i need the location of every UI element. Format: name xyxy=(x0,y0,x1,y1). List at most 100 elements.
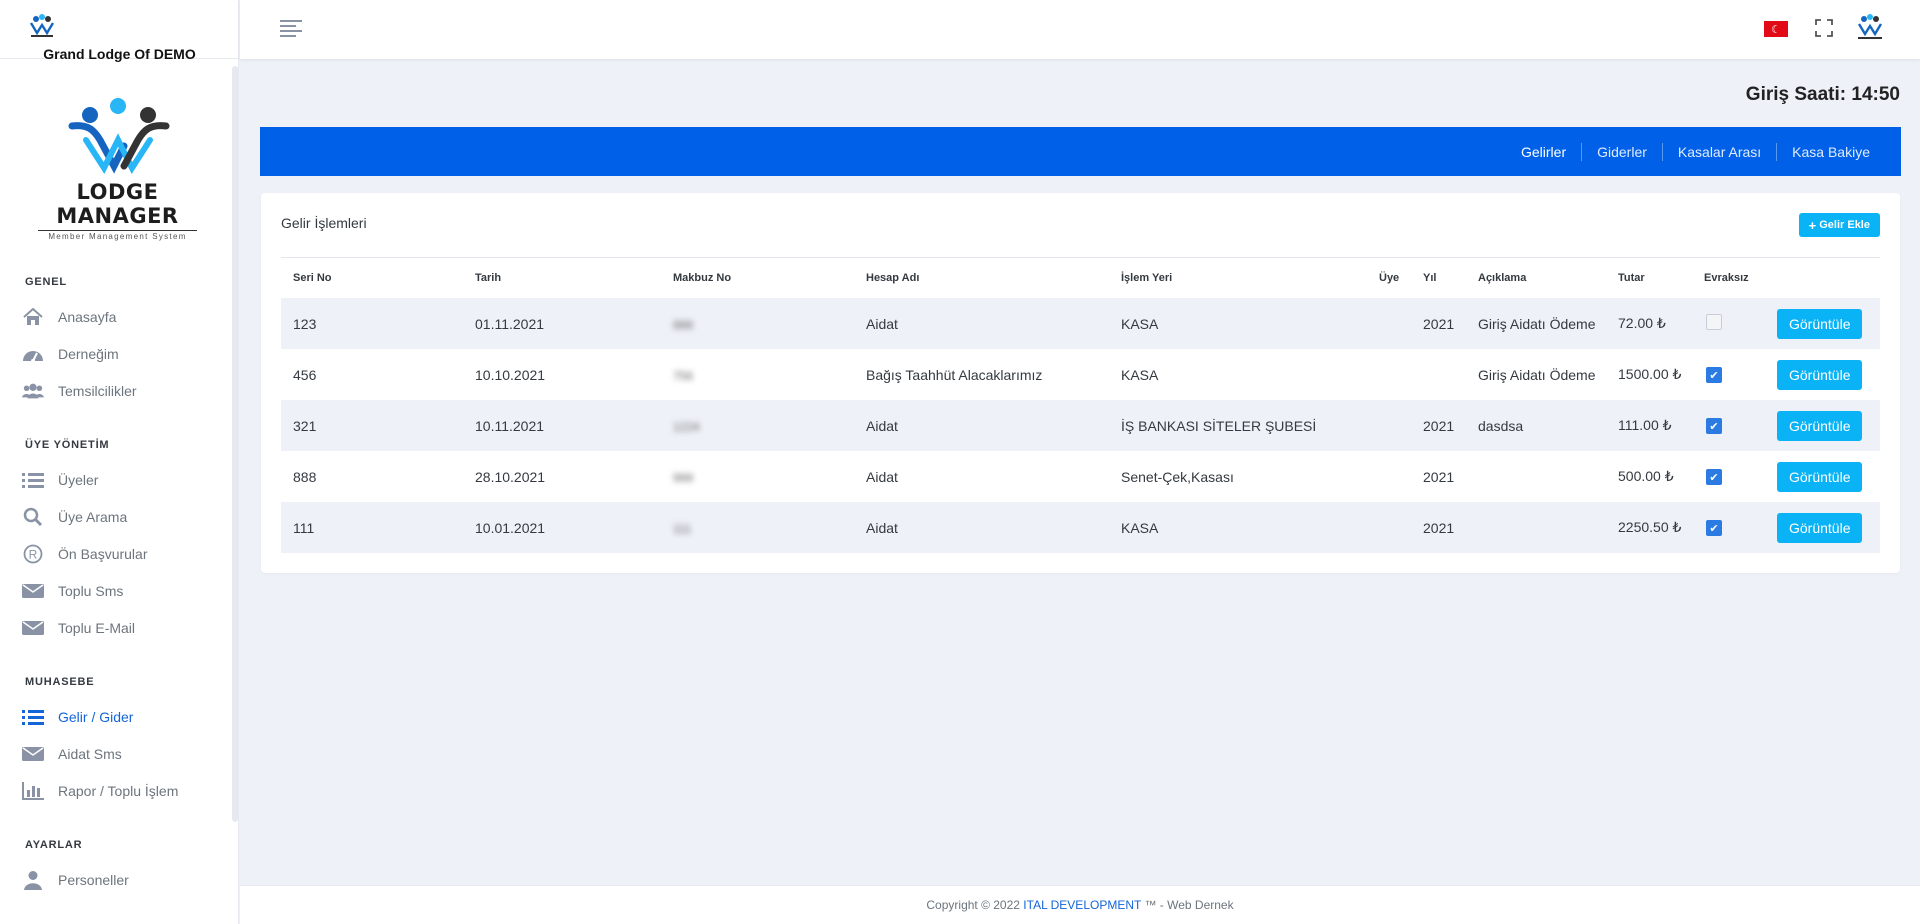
sidebar-item-label: Toplu E-Mail xyxy=(58,620,136,636)
cell-yil xyxy=(1411,349,1466,400)
col-hesap-adi[interactable]: Hesap Adı xyxy=(854,258,1109,298)
brand-logo: LODGE MANAGER Member Management System xyxy=(30,96,205,241)
cell-tutar: 111.00 ₺ xyxy=(1606,400,1692,451)
cell-seri-no: 888 xyxy=(293,468,317,485)
sidebar-item-rapor[interactable]: Rapor / Toplu İşlem xyxy=(22,779,178,803)
sidebar-item-label: Ön Başvurular xyxy=(58,546,148,562)
cell-makbuz-no: 1224 xyxy=(661,400,854,451)
col-islem-yeri[interactable]: İşlem Yeri xyxy=(1109,258,1367,298)
sidebar-scrollbar[interactable] xyxy=(232,66,238,822)
col-uye[interactable]: Üye xyxy=(1367,258,1411,298)
makbuz-value: 888 xyxy=(673,317,694,332)
sidebar-item-dernegim[interactable]: Derneğim xyxy=(22,342,119,366)
view-button[interactable]: Görüntüle xyxy=(1777,512,1863,543)
sidebar-item-on-basvurular[interactable]: R Ön Başvurular xyxy=(22,542,147,566)
cell-uye xyxy=(1367,349,1411,400)
cell-makbuz-no: 111 xyxy=(661,502,854,553)
plus-icon: + xyxy=(1808,217,1817,233)
login-time: Giriş Saati: 14:50 xyxy=(1745,84,1900,105)
income-card: Gelir İşlemleri + Gelir Ekle Seri No Tari… xyxy=(261,193,1900,573)
logo-mini-icon[interactable] xyxy=(27,13,57,40)
cell-aciklama xyxy=(1466,451,1606,502)
sidebar-item-label: Temsilcilikler xyxy=(58,383,137,399)
sidebar-item-label: Üyeler xyxy=(58,472,99,488)
col-yil[interactable]: Yıl xyxy=(1411,258,1466,298)
tab-kasa-bakiye[interactable]: Kasa Bakiye xyxy=(1776,142,1885,161)
evraksiz-checkbox[interactable]: ✔ xyxy=(1706,469,1722,486)
sidebar-item-label: Personeller xyxy=(58,872,129,888)
list-icon xyxy=(22,470,44,490)
col-tutar[interactable]: Tutar xyxy=(1606,258,1692,298)
col-makbuz-no[interactable]: Makbuz No xyxy=(661,258,854,298)
sidebar-item-aidat-sms[interactable]: Aidat Sms xyxy=(22,742,122,766)
sidebar-item-uye-arama[interactable]: Üye Arama xyxy=(22,505,127,529)
cell-evraksiz: ✔ xyxy=(1692,451,1765,502)
col-actions xyxy=(1765,258,1880,298)
cell-islem-yeri: Senet-Çek,Kasası xyxy=(1121,468,1234,485)
lodge-manager-logo-icon xyxy=(68,98,169,175)
table-header-row: Seri No Tarih Makbuz No Hesap Adı İşlem … xyxy=(281,258,1880,298)
sidebar-item-toplu-sms[interactable]: Toplu Sms xyxy=(22,579,123,603)
view-button[interactable]: Görüntüle xyxy=(1777,410,1863,441)
view-button[interactable]: Görüntüle xyxy=(1777,308,1863,339)
cell-islem-yeri: KASA xyxy=(1109,502,1367,553)
brand-tagline: Member Management System xyxy=(38,230,197,241)
cell-aciklama xyxy=(1466,502,1606,553)
tab-kasalar-arasi[interactable]: Kasalar Arası xyxy=(1661,142,1776,161)
sidebar-item-uyeler[interactable]: Üyeler xyxy=(22,468,98,492)
evraksiz-checkbox[interactable] xyxy=(1706,314,1722,330)
cell-hesap-adi: Aidat xyxy=(854,502,1109,553)
menu-toggle-icon[interactable] xyxy=(280,20,302,37)
cell-seri-no: 456 xyxy=(293,366,317,383)
cell-islem-yeri: KASA xyxy=(1121,366,1159,383)
makbuz-value: 999 xyxy=(673,470,694,485)
sidebar-item-label: Toplu Sms xyxy=(58,583,124,599)
sidebar-item-label: Üye Arama xyxy=(58,509,128,525)
table-row: 111 10.01.2021 111 Aidat KASA 2021 2250.… xyxy=(281,502,1880,553)
brand-name: LODGE MANAGER xyxy=(56,180,179,228)
bar-chart-icon xyxy=(22,781,44,801)
footer-suffix: ™ - Web Dernek xyxy=(1141,898,1234,912)
sidebar-item-anasayfa[interactable]: Anasayfa xyxy=(22,305,116,329)
user-avatar-logo-icon[interactable] xyxy=(1854,12,1886,44)
cell-tarih: 10.11.2021 xyxy=(463,400,661,451)
sidebar-item-toplu-email[interactable]: Toplu E-Mail xyxy=(22,616,135,640)
add-income-label: Gelir Ekle xyxy=(1819,219,1870,231)
sidebar-item-temsilcilikler[interactable]: Temsilcilikler xyxy=(22,379,137,403)
cell-yil: 2021 xyxy=(1411,298,1466,349)
cell-tarih: 10.01.2021 xyxy=(463,502,661,553)
evraksiz-checkbox[interactable]: ✔ xyxy=(1706,520,1722,537)
tab-gelirler[interactable]: Gelirler xyxy=(1506,143,1581,161)
col-seri-no[interactable]: Seri No xyxy=(281,258,463,298)
view-button[interactable]: Görüntüle xyxy=(1777,359,1863,390)
cell-tarih: 01.11.2021 xyxy=(463,298,661,349)
cell-uye xyxy=(1367,400,1411,451)
evraksiz-checkbox[interactable]: ✔ xyxy=(1706,367,1722,384)
envelope-icon xyxy=(22,581,44,601)
add-income-button[interactable]: + Gelir Ekle xyxy=(1798,213,1880,237)
fullscreen-icon[interactable] xyxy=(1814,18,1834,38)
cell-tutar: 1500.00 ₺ xyxy=(1618,366,1682,382)
org-name: Grand Lodge Of DEMO xyxy=(43,46,196,62)
sidebar-item-personeller[interactable]: Personeller xyxy=(22,868,129,892)
users-icon xyxy=(22,381,44,401)
footer-company-link[interactable]: ITAL DEVELOPMENT xyxy=(1023,898,1141,912)
cell-makbuz-no: 756 xyxy=(661,349,854,400)
col-evraksiz[interactable]: Evraksız xyxy=(1692,258,1765,298)
home-icon xyxy=(22,307,44,327)
tab-giderler[interactable]: Giderler xyxy=(1581,142,1662,161)
dashboard-icon xyxy=(22,344,44,364)
makbuz-value: 111 xyxy=(673,521,692,536)
sidebar-item-label: Anasayfa xyxy=(58,309,117,325)
income-table: Seri No Tarih Makbuz No Hesap Adı İşlem … xyxy=(281,258,1880,553)
cell-seri-no: 123 xyxy=(281,298,463,349)
sidebar-item-gelir-gider[interactable]: Gelir / Gider xyxy=(22,705,133,729)
cell-hesap-adi: Aidat xyxy=(866,468,898,485)
evraksiz-checkbox[interactable]: ✔ xyxy=(1706,418,1722,435)
col-tarih[interactable]: Tarih xyxy=(463,258,661,298)
turkey-flag-icon[interactable]: ☾ xyxy=(1764,21,1788,37)
col-aciklama[interactable]: Açıklama xyxy=(1466,258,1606,298)
view-button[interactable]: Görüntüle xyxy=(1777,461,1863,492)
cell-evraksiz: ✔ xyxy=(1692,502,1765,553)
top-navbar: ☾ xyxy=(240,0,1920,59)
